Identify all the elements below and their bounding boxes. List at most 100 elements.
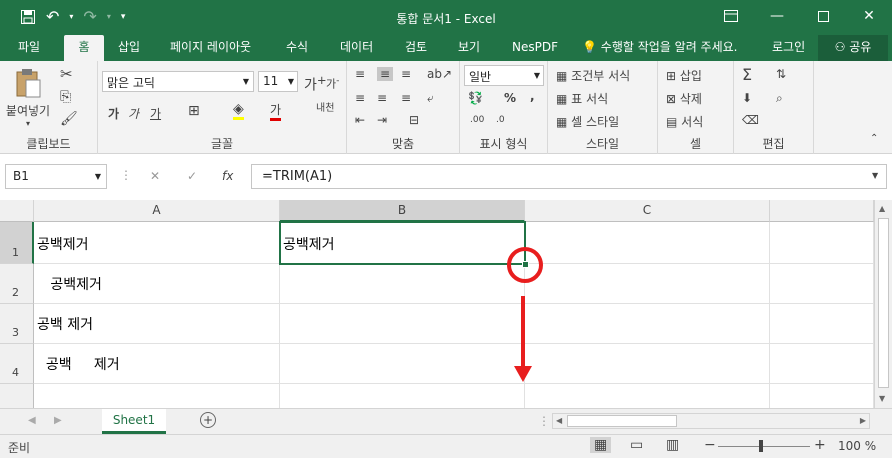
vertical-scroll-thumb[interactable] bbox=[878, 218, 889, 388]
paste-button[interactable]: 붙여넣기 ▾ bbox=[4, 67, 52, 128]
name-box[interactable]: B1 ▼ bbox=[5, 164, 107, 189]
cell-a4[interactable]: 공백 제거 bbox=[34, 344, 280, 384]
zoom-in-icon[interactable]: + bbox=[814, 437, 826, 453]
accounting-icon[interactable]: 💱 bbox=[468, 91, 483, 105]
fill-color-icon[interactable]: ◈ bbox=[233, 101, 244, 120]
cell-styles-button[interactable]: ▦ 셀 스타일 bbox=[556, 113, 619, 130]
horizontal-scrollbar[interactable]: ◀ ▶ bbox=[552, 413, 870, 429]
expand-formula-icon[interactable]: ▼ bbox=[872, 171, 878, 180]
scroll-left-icon[interactable]: ◀ bbox=[556, 416, 562, 425]
page-break-view-icon[interactable]: ▥ bbox=[666, 437, 679, 453]
close-icon[interactable]: ✕ bbox=[846, 0, 892, 32]
enter-icon[interactable]: ✓ bbox=[187, 169, 197, 183]
zoom-level[interactable]: 100 % bbox=[838, 439, 876, 453]
cell-c2[interactable] bbox=[525, 264, 770, 304]
ribbon-display-icon[interactable] bbox=[708, 0, 754, 32]
cell-b5[interactable] bbox=[280, 384, 525, 410]
tab-view[interactable]: 보기 bbox=[458, 35, 480, 61]
zoom-out-icon[interactable]: − bbox=[704, 437, 716, 453]
borders-icon[interactable]: ⊞ bbox=[188, 103, 200, 119]
comma-icon[interactable]: , bbox=[530, 89, 535, 103]
tab-file[interactable]: 파일 bbox=[18, 35, 40, 61]
align-top-icon[interactable]: ≡ bbox=[355, 67, 365, 81]
clear-icon[interactable]: ⌫ bbox=[742, 113, 759, 127]
next-sheet-icon[interactable]: ▶ bbox=[54, 415, 62, 426]
tab-review[interactable]: 검토 bbox=[405, 35, 427, 61]
phonetic-button[interactable]: 내천 bbox=[316, 103, 336, 114]
font-name-combo[interactable]: 맑은 고딕 ▼ bbox=[102, 71, 254, 92]
wrap-text-icon[interactable]: ⤶ bbox=[427, 91, 434, 106]
column-header-d[interactable] bbox=[770, 200, 874, 222]
align-center-icon[interactable]: ≡ bbox=[377, 91, 387, 105]
increase-decimal-icon[interactable]: .00 bbox=[470, 115, 484, 125]
cell-d4[interactable] bbox=[770, 344, 874, 384]
column-header-c[interactable]: C bbox=[525, 200, 770, 222]
grow-font-icon[interactable]: 가+ bbox=[304, 73, 327, 95]
insert-cells-button[interactable]: ⊞ 삽입 bbox=[666, 67, 702, 84]
zoom-slider[interactable] bbox=[718, 440, 810, 452]
cell-b3[interactable] bbox=[280, 304, 525, 344]
cell-a3[interactable]: 공백 제거 bbox=[34, 304, 280, 344]
tab-data[interactable]: 데이터 bbox=[340, 35, 373, 61]
row-header-1[interactable]: 1 bbox=[0, 222, 34, 264]
italic-button[interactable]: 가 bbox=[128, 105, 139, 122]
bold-button[interactable]: 가 bbox=[108, 105, 119, 122]
page-layout-view-icon[interactable]: ▭ bbox=[630, 437, 643, 453]
sort-filter-icon[interactable]: ⇅ bbox=[776, 67, 786, 81]
cell-a5[interactable] bbox=[34, 384, 280, 410]
increase-indent-icon[interactable]: ⇥ bbox=[377, 113, 387, 127]
align-right-icon[interactable]: ≡ bbox=[401, 91, 411, 105]
collapse-ribbon-icon[interactable]: ⌃ bbox=[870, 133, 878, 144]
cell-a2[interactable]: 공백제거 bbox=[34, 264, 280, 304]
cell-d2[interactable] bbox=[770, 264, 874, 304]
find-select-icon[interactable]: ⌕ bbox=[776, 91, 783, 106]
merge-center-icon[interactable]: ⊟ bbox=[409, 113, 419, 127]
row-header-4[interactable]: 4 bbox=[0, 344, 34, 384]
login-link[interactable]: 로그인 bbox=[772, 35, 805, 61]
maximize-icon[interactable] bbox=[800, 0, 846, 32]
cell-d3[interactable] bbox=[770, 304, 874, 344]
select-all-corner[interactable] bbox=[0, 200, 34, 222]
insert-function-icon[interactable]: fx bbox=[222, 169, 233, 183]
cell-d1[interactable] bbox=[770, 222, 874, 264]
font-color-button[interactable]: 가 bbox=[270, 101, 282, 121]
underline-button[interactable]: 가 bbox=[150, 105, 161, 122]
row-header-2[interactable]: 2 bbox=[0, 264, 34, 304]
delete-cells-button[interactable]: ⊠ 삭제 bbox=[666, 90, 702, 107]
percent-icon[interactable]: % bbox=[504, 91, 516, 105]
number-format-combo[interactable]: 일반 ▼ bbox=[464, 65, 544, 86]
cell-c3[interactable] bbox=[525, 304, 770, 344]
tab-home[interactable]: 홈 bbox=[64, 35, 104, 61]
tell-me[interactable]: 💡 수행할 작업을 알려 주세요. bbox=[582, 35, 737, 61]
zoom-slider-thumb[interactable] bbox=[759, 440, 763, 452]
horizontal-scroll-thumb[interactable] bbox=[567, 415, 677, 427]
font-size-combo[interactable]: 11 ▼ bbox=[258, 71, 298, 92]
shrink-font-icon[interactable]: 가- bbox=[326, 75, 339, 92]
tab-page-layout[interactable]: 페이지 레이아웃 bbox=[170, 35, 251, 61]
scroll-up-icon[interactable]: ▲ bbox=[879, 204, 885, 213]
decrease-indent-icon[interactable]: ⇤ bbox=[355, 113, 365, 127]
cell-c1[interactable] bbox=[525, 222, 770, 264]
formula-input[interactable]: =TRIM(A1) bbox=[251, 164, 887, 189]
cancel-icon[interactable]: ✕ bbox=[150, 169, 160, 183]
vertical-scrollbar[interactable]: ▲ ▼ bbox=[874, 200, 892, 410]
conditional-formatting-button[interactable]: ▦ 조건부 서식 bbox=[556, 67, 630, 84]
scroll-right-icon[interactable]: ▶ bbox=[860, 416, 866, 425]
format-cells-button[interactable]: ▤ 서식 bbox=[666, 113, 703, 130]
align-bottom-icon[interactable]: ≡ bbox=[401, 67, 411, 81]
cell-b2[interactable] bbox=[280, 264, 525, 304]
autosum-icon[interactable]: Σ bbox=[742, 65, 752, 84]
share-button[interactable]: ⚇ 공유 bbox=[818, 35, 888, 61]
tab-formulas[interactable]: 수식 bbox=[286, 35, 308, 61]
add-sheet-icon[interactable]: + bbox=[200, 412, 216, 428]
row-header-3[interactable]: 3 bbox=[0, 304, 34, 344]
copy-icon[interactable]: ⎘ bbox=[60, 89, 71, 105]
column-header-b[interactable]: B bbox=[280, 200, 525, 222]
normal-view-icon[interactable]: ▦ bbox=[590, 437, 612, 453]
column-header-a[interactable]: A bbox=[34, 200, 280, 222]
minimize-icon[interactable]: — bbox=[754, 0, 800, 32]
align-middle-icon[interactable]: ≡ bbox=[377, 67, 394, 81]
fill-icon[interactable]: ⬇ bbox=[742, 91, 752, 105]
row-header-5[interactable] bbox=[0, 384, 34, 410]
scroll-down-icon[interactable]: ▼ bbox=[879, 394, 885, 403]
